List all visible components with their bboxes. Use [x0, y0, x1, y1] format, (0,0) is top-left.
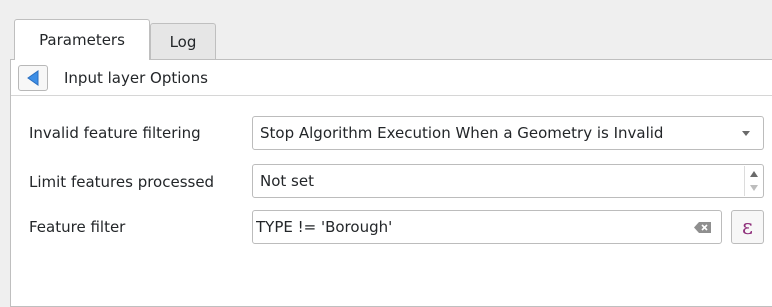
tab-log[interactable]: Log [150, 23, 216, 59]
epsilon-icon: ε [742, 215, 753, 239]
feature-filter-input[interactable]: TYPE != 'Borough' [252, 210, 722, 244]
spin-up-icon[interactable] [749, 170, 759, 178]
tab-parameters[interactable]: Parameters [14, 19, 150, 60]
clear-text-icon[interactable] [694, 221, 712, 234]
expression-builder-button[interactable]: ε [731, 210, 764, 244]
limit-features-value: Not set [260, 172, 314, 190]
back-button[interactable] [18, 65, 48, 91]
feature-filter-label: Feature filter [29, 218, 126, 236]
triangle-left-icon [27, 70, 39, 86]
invalid-filtering-label: Invalid feature filtering [29, 124, 201, 142]
feature-filter-value: TYPE != 'Borough' [256, 218, 393, 236]
spinbox-buttons [744, 166, 763, 196]
limit-features-spinbox[interactable]: Not set [252, 164, 764, 198]
invalid-filtering-select[interactable]: Stop Algorithm Execution When a Geometry… [252, 116, 764, 150]
tab-log-label: Log [169, 32, 197, 51]
limit-features-label: Limit features processed [29, 173, 215, 191]
options-title: Input layer Options [64, 69, 208, 87]
tab-parameters-label: Parameters [39, 31, 125, 49]
spin-down-icon[interactable] [749, 184, 759, 192]
invalid-filtering-value: Stop Algorithm Execution When a Geometry… [260, 124, 664, 142]
chevron-down-icon [742, 131, 750, 136]
